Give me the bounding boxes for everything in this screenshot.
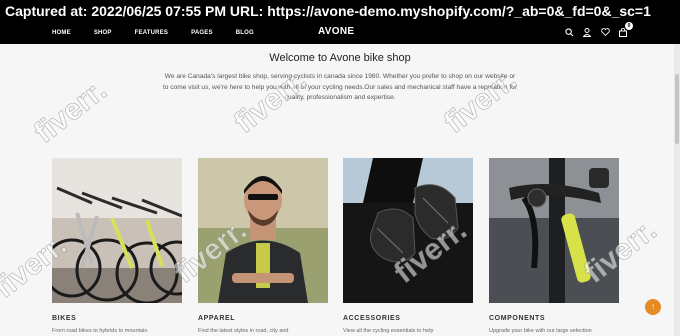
category-desc: Find the latest styles in road, city and	[198, 328, 289, 334]
nav-link-shop[interactable]: SHOP	[94, 30, 112, 36]
capture-info-bar: Captured at: 2022/06/25 07:55 PM URL: ht…	[0, 0, 680, 22]
category-title[interactable]: BIKES	[52, 315, 182, 322]
main-navbar: HOME SHOP FEATURES PAGES BLOG AVONE 0	[0, 22, 680, 44]
category-card-components[interactable]: COMPONENTS Upgrade your bike with our la…	[489, 158, 619, 334]
scroll-to-top-button[interactable]: ↑	[645, 299, 661, 315]
category-title[interactable]: APPAREL	[198, 315, 328, 322]
category-title[interactable]: ACCESSORIES	[343, 315, 473, 322]
category-card-accessories[interactable]: ACCESSORIES View all the cycling essenti…	[343, 158, 473, 334]
category-card-apparel[interactable]: APPAREL Find the latest styles in road, …	[198, 158, 328, 334]
category-desc: Upgrade your bike with our large selecti…	[489, 328, 592, 334]
page-scrollbar[interactable]	[674, 44, 680, 336]
accessories-image[interactable]	[343, 158, 473, 303]
category-desc: View all the cycling essentials to help	[343, 328, 434, 334]
intro-text: We are Canada's largest bike shop, servi…	[162, 73, 518, 101]
nav-link-blog[interactable]: BLOG	[236, 30, 254, 36]
cart-icon[interactable]: 0	[618, 22, 633, 38]
nav-icons: 0	[564, 22, 633, 38]
search-icon[interactable]	[564, 26, 574, 38]
intro-title: Welcome to Avone bike shop	[269, 52, 411, 64]
nav-links: HOME SHOP FEATURES PAGES BLOG	[52, 22, 277, 44]
arrow-up-icon: ↑	[651, 302, 655, 311]
category-card-bikes[interactable]: BIKES From road bikes to hybrids to moun…	[52, 158, 182, 334]
components-image[interactable]	[489, 158, 619, 303]
nav-link-pages[interactable]: PAGES	[191, 30, 213, 36]
nav-link-home[interactable]: HOME	[52, 30, 71, 36]
wishlist-icon[interactable]	[600, 26, 610, 38]
account-icon[interactable]	[582, 26, 592, 38]
cart-count-badge: 0	[625, 22, 633, 30]
bikes-image[interactable]	[52, 158, 182, 303]
scrollbar-thumb[interactable]	[675, 74, 679, 144]
site-logo[interactable]: AVONE	[318, 26, 354, 37]
category-desc: From road bikes to hybrids to mountain	[52, 328, 148, 334]
watermark: fiverr.	[28, 73, 113, 150]
nav-link-features[interactable]: FEATURES	[135, 30, 169, 36]
category-title[interactable]: COMPONENTS	[489, 315, 619, 322]
apparel-image[interactable]	[198, 158, 328, 303]
capture-info-text: Captured at: 2022/06/25 07:55 PM URL: ht…	[5, 3, 651, 19]
